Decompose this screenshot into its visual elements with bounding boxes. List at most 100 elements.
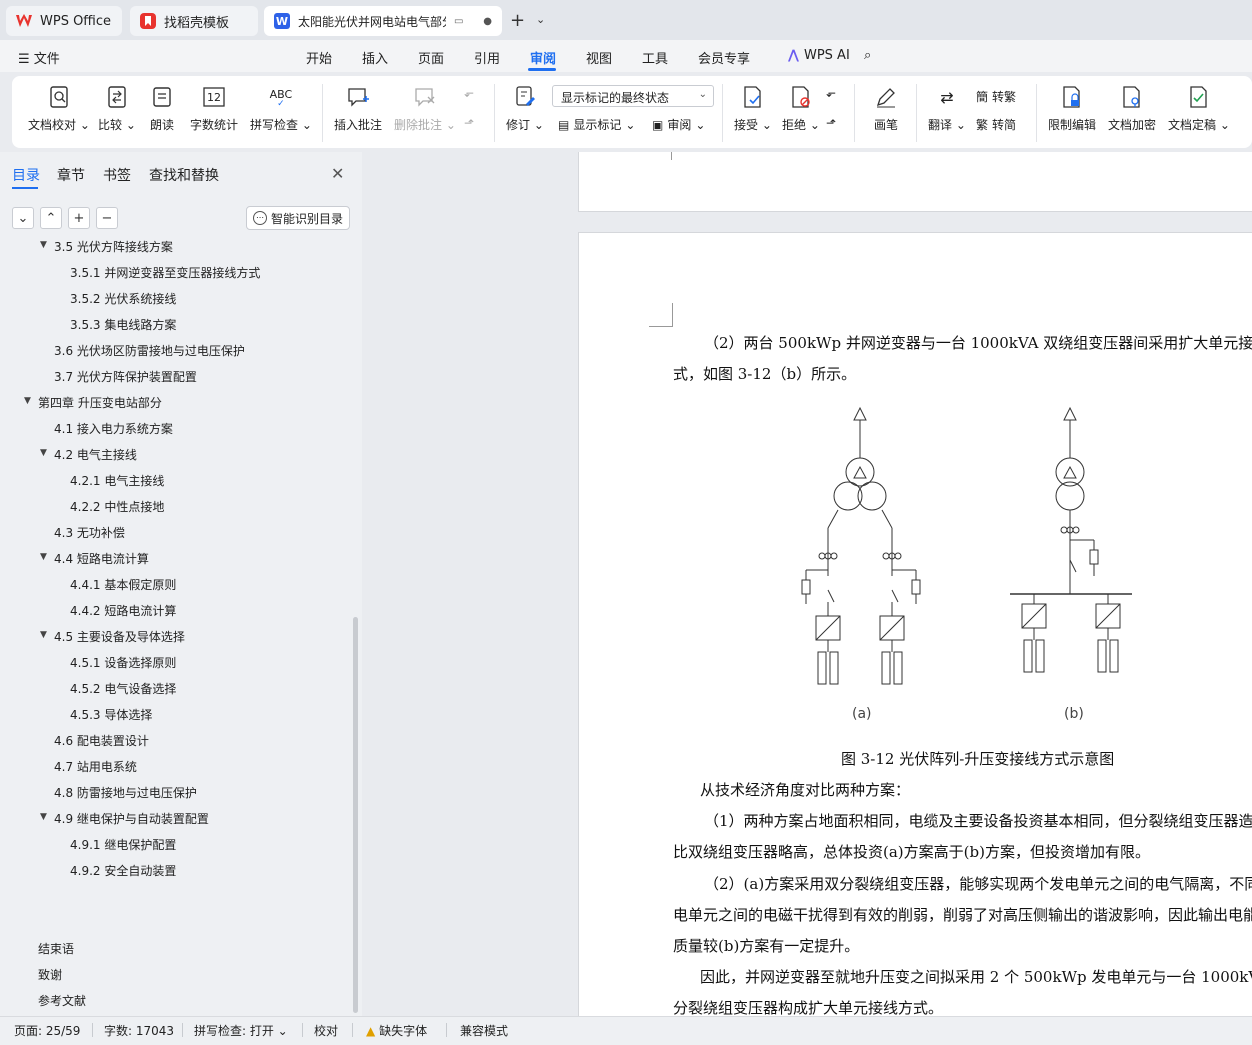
proofread-label: 文档校对 bbox=[28, 118, 77, 132]
menu-wps-ai[interactable]: ⋀ WPS AI bbox=[788, 48, 850, 63]
tab-find-replace[interactable]: 查找和替换 bbox=[149, 165, 219, 185]
next-change-icon[interactable]: ⬏ bbox=[826, 116, 836, 130]
toc-item[interactable]: 4.5.1 设备选择原则 bbox=[70, 654, 176, 671]
spell-check-button[interactable]: ABC ✓ 拼写检查 ⌄ bbox=[250, 84, 312, 133]
tab-wps-office[interactable]: WPS Office bbox=[6, 6, 122, 36]
menu-tools[interactable]: 工具 bbox=[642, 48, 668, 67]
insert-comment-label: 插入批注 bbox=[334, 118, 383, 132]
toc-item[interactable]: 第四章 升压变电站部分 bbox=[38, 394, 162, 411]
menu-insert[interactable]: 插入 bbox=[362, 48, 388, 67]
chevron-down-icon[interactable]: ⌄ bbox=[536, 13, 545, 26]
to-traditional-button[interactable]: 簡转繁 bbox=[976, 88, 1016, 105]
spell-check-status[interactable]: 拼写检查: 打开 ⌄ bbox=[194, 1022, 288, 1039]
toc-item[interactable]: 4.5.3 导体选择 bbox=[70, 706, 152, 723]
toc-item[interactable]: 3.5.3 集电线路方案 bbox=[70, 316, 176, 333]
spell-check-status-label: 拼写检查: 打开 bbox=[194, 1024, 274, 1038]
toc-item[interactable]: 4.4 短路电流计算 bbox=[54, 550, 149, 567]
menu-view[interactable]: 视图 bbox=[586, 48, 612, 67]
restrict-edit-button[interactable]: 限制编辑 bbox=[1048, 84, 1096, 133]
new-tab-icon[interactable]: + bbox=[510, 10, 525, 31]
status-divider bbox=[352, 1023, 353, 1037]
show-markup-button[interactable]: ▤ 显示标记 ⌄ bbox=[558, 116, 635, 133]
collapse-arrow-icon[interactable]: ▼ bbox=[40, 812, 47, 822]
menu-review[interactable]: 审阅 bbox=[530, 48, 556, 67]
comment-delete-icon bbox=[411, 84, 439, 110]
collapse-arrow-icon[interactable]: ▼ bbox=[24, 396, 31, 406]
close-icon[interactable]: ✕ bbox=[331, 164, 344, 183]
compare-button[interactable]: 比较 ⌄ bbox=[98, 84, 136, 133]
review-pane-button[interactable]: ▣ 审阅 ⌄ bbox=[652, 116, 705, 133]
to-simplified-button[interactable]: 繁转简 bbox=[976, 116, 1016, 133]
toc-item[interactable]: 3.5 光伏方阵接线方案 bbox=[54, 240, 173, 255]
tab-bookmarks[interactable]: 书签 bbox=[103, 165, 131, 185]
toc-item[interactable]: 4.8 防雷接地与过电压保护 bbox=[54, 784, 197, 801]
toc-item[interactable]: 4.9 继电保护与自动装置配置 bbox=[54, 810, 209, 827]
menu-home[interactable]: 开始 bbox=[306, 48, 332, 67]
collapse-arrow-icon[interactable]: ▼ bbox=[40, 552, 47, 562]
toc-item[interactable]: 4.2 电气主接线 bbox=[54, 446, 137, 463]
tab-toc[interactable]: 目录 bbox=[12, 165, 40, 185]
word-count-button[interactable]: 12 字数统计 bbox=[190, 84, 238, 133]
insert-comment-button[interactable]: 插入批注 bbox=[334, 84, 382, 133]
toc-item[interactable]: 4.9.2 安全自动装置 bbox=[70, 862, 176, 879]
proofread-button[interactable]: 文档校对 ⌄ bbox=[28, 84, 90, 133]
toc-scrollbar[interactable] bbox=[353, 617, 358, 1013]
ribbon-divider bbox=[916, 84, 917, 142]
collapse-arrow-icon[interactable]: ▼ bbox=[40, 240, 47, 250]
paragraph-line: （2）(a)方案采用双分裂绕组变压器，能够实现两个发电单元之间的电气隔离，不同发 bbox=[704, 875, 1252, 893]
tab-document[interactable]: W 太阳能光伏并网电站电气部分 ▭ ● bbox=[264, 6, 502, 36]
paragraph-line: 式，如图 3-12（b）所示。 bbox=[673, 365, 857, 383]
toc-item[interactable]: 4.5 主要设备及导体选择 bbox=[54, 628, 185, 645]
toc-item[interactable]: 4.2.1 电气主接线 bbox=[70, 472, 164, 489]
word-count-status[interactable]: 字数: 17043 bbox=[104, 1022, 174, 1039]
toc-item[interactable]: 3.5.2 光伏系统接线 bbox=[70, 290, 176, 307]
pen-button[interactable]: 画笔 bbox=[872, 84, 900, 133]
display-state-select[interactable]: 显示标记的最终状态 ⌄ bbox=[552, 85, 714, 107]
toc-item[interactable]: 4.2.2 中性点接地 bbox=[70, 498, 164, 515]
toc-item[interactable]: 4.7 站用电系统 bbox=[54, 758, 137, 775]
collapse-arrow-icon[interactable]: ▼ bbox=[40, 448, 47, 458]
delete-comment-button[interactable]: 删除批注 ⌄ bbox=[394, 84, 456, 133]
page-indicator[interactable]: 页面: 25/59 bbox=[14, 1022, 80, 1039]
toc-item[interactable]: 参考文献 bbox=[38, 992, 86, 1009]
toc-item[interactable]: 4.3 无功补偿 bbox=[54, 524, 125, 541]
toc-item[interactable]: 4.4.1 基本假定原则 bbox=[70, 576, 176, 593]
missing-font-status[interactable]: ▲ 缺失字体 bbox=[366, 1022, 427, 1039]
next-comment-icon[interactable]: ⬏ bbox=[464, 116, 474, 130]
tab-chapters[interactable]: 章节 bbox=[57, 165, 85, 185]
toc-item[interactable]: 结束语 bbox=[38, 940, 74, 957]
smart-toc-button[interactable]: ⋯ 智能识别目录 bbox=[246, 206, 350, 230]
reject-button[interactable]: 拒绝 ⌄ bbox=[782, 84, 820, 133]
toc-item[interactable]: 4.1 接入电力系统方案 bbox=[54, 420, 173, 437]
toc-item[interactable]: 4.9.1 继电保护配置 bbox=[70, 836, 176, 853]
read-aloud-button[interactable]: 朗读 bbox=[148, 84, 176, 133]
tab-docer[interactable]: 找稻壳模板 bbox=[130, 6, 258, 36]
toc-item[interactable]: 致谢 bbox=[38, 966, 62, 983]
collapse-arrow-icon[interactable]: ▼ bbox=[40, 630, 47, 640]
remove-heading-icon[interactable]: − bbox=[96, 207, 118, 229]
prev-change-icon[interactable]: ⬐ bbox=[826, 86, 836, 100]
toc-item[interactable]: 3.7 光伏方阵保护装置配置 bbox=[54, 368, 197, 385]
finalize-button[interactable]: 文档定稿 ⌄ bbox=[1168, 84, 1230, 133]
translate-button[interactable]: ⇄ 翻译 ⌄ bbox=[928, 84, 966, 133]
search-icon[interactable]: ⌕ bbox=[864, 48, 871, 63]
expand-down-icon[interactable]: ⌄ bbox=[12, 207, 34, 229]
menu-references[interactable]: 引用 bbox=[474, 48, 500, 67]
collapse-up-icon[interactable]: ⌃ bbox=[40, 207, 62, 229]
prev-comment-icon[interactable]: ⬐ bbox=[464, 86, 474, 100]
track-changes-button[interactable]: 修订 ⌄ bbox=[506, 84, 544, 133]
figure-label-a: (a) bbox=[852, 706, 872, 722]
toc-item[interactable]: 4.6 配电装置设计 bbox=[54, 732, 149, 749]
toc-item[interactable]: 3.6 光伏场区防雷接地与过电压保护 bbox=[54, 342, 245, 359]
toc-item[interactable]: 3.5.1 并网逆变器至变压器接线方式 bbox=[70, 264, 260, 281]
proof-status[interactable]: 校对 bbox=[314, 1022, 338, 1039]
toc-item[interactable]: 4.5.2 电气设备选择 bbox=[70, 680, 176, 697]
toc-item[interactable]: 4.4.2 短路电流计算 bbox=[70, 602, 176, 619]
tab-dot-icon[interactable]: ● bbox=[483, 16, 492, 27]
encrypt-button[interactable]: 文档加密 bbox=[1108, 84, 1156, 133]
accept-button[interactable]: 接受 ⌄ bbox=[734, 84, 772, 133]
menu-page[interactable]: 页面 bbox=[418, 48, 444, 67]
menu-member[interactable]: 会员专享 bbox=[698, 48, 750, 67]
menu-file[interactable]: ☰ 文件 bbox=[18, 48, 60, 67]
add-heading-icon[interactable]: + bbox=[68, 207, 90, 229]
